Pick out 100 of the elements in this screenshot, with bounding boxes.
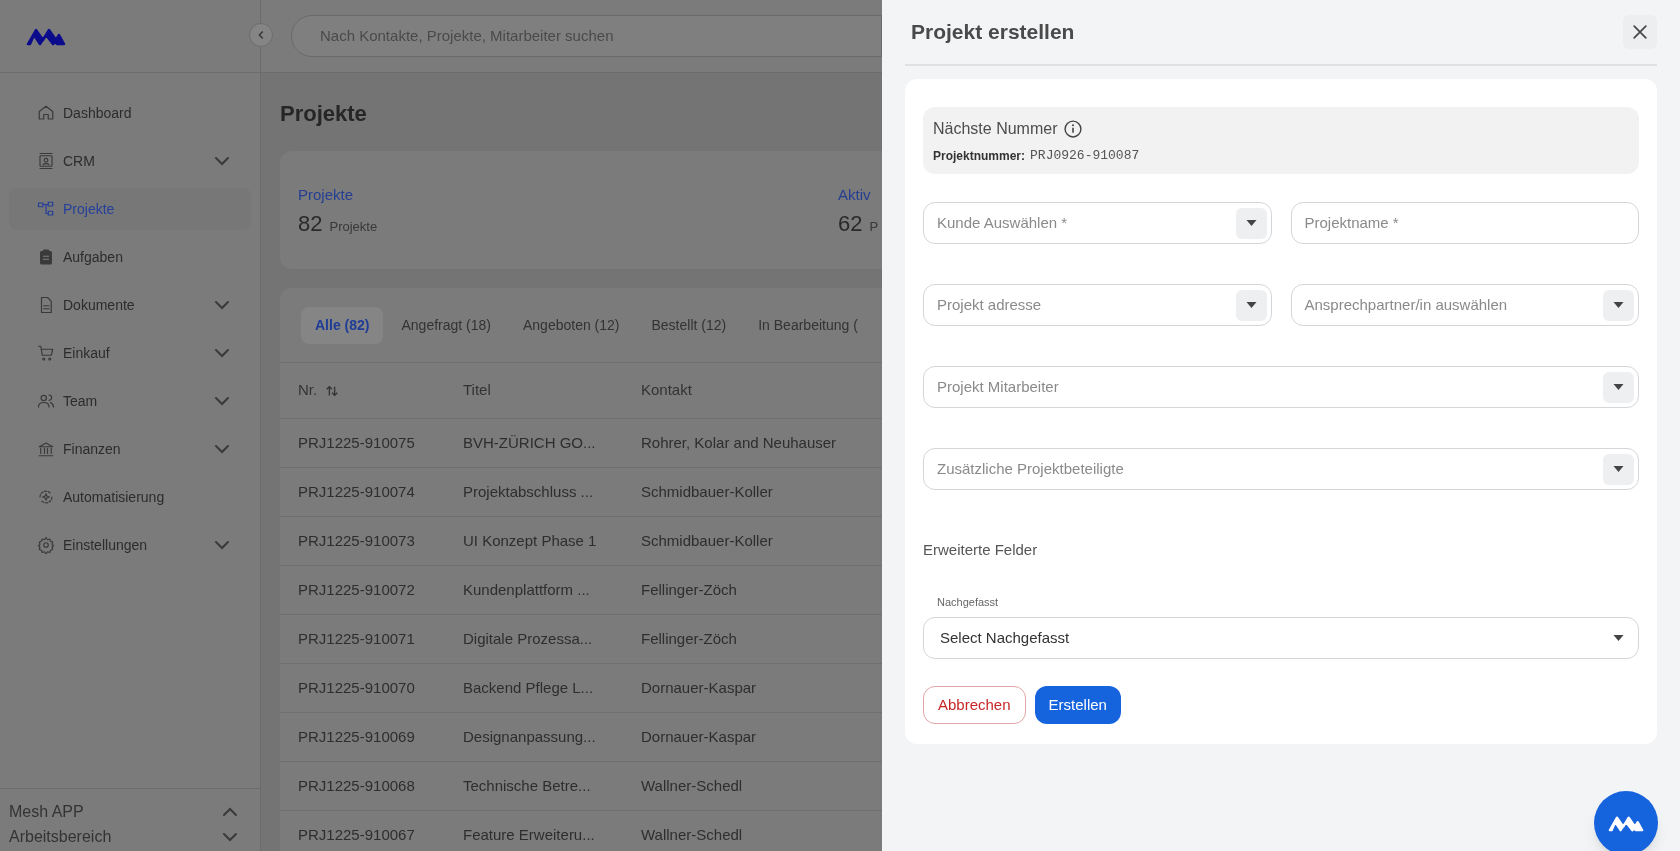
chevron-down-icon: [215, 444, 229, 454]
caret-down-icon: [1245, 302, 1257, 308]
stat-unit: P: [869, 217, 879, 236]
sidebar-label: Einstellungen: [63, 535, 149, 555]
select-field[interactable]: Select Nachgefasst: [923, 617, 1639, 659]
dropdown-button[interactable]: [1235, 207, 1267, 239]
sidebar-item[interactable]: Einkauf: [9, 332, 251, 374]
sort-icon[interactable]: [325, 383, 340, 398]
sidebar-item[interactable]: CRM: [9, 140, 251, 182]
sidebar-item[interactable]: Aufgaben: [9, 236, 251, 278]
next-number-title: Nächste Nummer: [933, 119, 1058, 139]
sidebar-label: Projekte: [63, 199, 116, 219]
drawer-title: Projekt erstellen: [911, 19, 1075, 46]
select-field[interactable]: Zusätzliche Projektbeteiligte: [923, 448, 1639, 490]
sidebar-label: Dokumente: [63, 295, 136, 315]
table-cell: Technische Betre...: [463, 776, 591, 794]
sidebar-label: Einkauf: [63, 343, 111, 363]
select-field[interactable]: Kunde Auswählen *: [923, 202, 1272, 244]
caret-down-icon: [1245, 220, 1257, 226]
sidebar-item[interactable]: Finanzen: [9, 428, 251, 470]
stat-value: 62: [838, 209, 863, 238]
table-cell: UI Konzept Phase 1: [463, 531, 597, 549]
table-cell: Wallner-Schedl: [641, 776, 743, 794]
table-cell: PRJ1225-910067: [298, 825, 415, 843]
home-icon: [37, 104, 55, 122]
chevron-down-icon: [215, 300, 229, 310]
table-cell: Feature Erweiteru...: [463, 825, 595, 843]
close-icon: [1630, 22, 1650, 42]
sidebar-label: CRM: [63, 151, 96, 171]
table-cell: PRJ1225-910069: [298, 727, 415, 745]
table-cell: Rohrer, Kolar and Neuhauser: [641, 433, 837, 451]
users-icon: [37, 392, 55, 410]
chevron-down-icon: [215, 156, 229, 166]
sidebar-item[interactable]: Team: [9, 380, 251, 422]
select-field[interactable]: Projekt Mitarbeiter: [923, 366, 1639, 408]
project-number-label: Projektnummer:: [933, 147, 1026, 165]
project-number-value: PRJ0926-910087: [1030, 147, 1140, 165]
filter-tab[interactable]: Angeboten (12): [508, 306, 634, 344]
filter-tab[interactable]: Alle (82): [301, 306, 384, 344]
table-cell: Schmidbauer-Koller: [641, 482, 773, 500]
sidebar-item[interactable]: Dashboard: [9, 92, 251, 134]
table-cell: PRJ1225-910071: [298, 629, 415, 647]
table-cell: PRJ1225-910073: [298, 531, 415, 549]
gear-icon: [37, 536, 55, 554]
select-field[interactable]: Projekt adresse: [923, 284, 1272, 326]
cart-icon: [37, 344, 55, 362]
column-header[interactable]: Kontakt: [641, 381, 692, 399]
sidebar-item[interactable]: Einstellungen: [9, 524, 251, 566]
table-cell: BVH-ZÜRICH GO...: [463, 433, 596, 451]
sidebar-label: Dashboard: [63, 103, 133, 123]
caret-down-icon: [1613, 466, 1624, 472]
page-title: Projekte: [280, 100, 368, 128]
filter-tab[interactable]: In Bearbeitung (: [744, 306, 872, 344]
sidebar-item[interactable]: Dokumente: [9, 284, 251, 326]
sidebar-item[interactable]: Projekte: [9, 188, 251, 230]
table-cell: Wallner-Schedl: [641, 825, 743, 843]
hierarchy-icon: [37, 200, 55, 218]
bank-icon: [37, 440, 55, 458]
select-field[interactable]: Ansprechpartner/in auswählen: [1290, 284, 1639, 326]
column-header[interactable]: Titel: [463, 381, 491, 399]
stat-value: 82: [298, 209, 323, 238]
filter-tab[interactable]: Bestellt (12): [637, 306, 741, 344]
stat-label: Aktiv: [838, 185, 872, 205]
dropdown-button[interactable]: [1603, 453, 1634, 485]
caret-down-icon: [1613, 384, 1624, 390]
stat-unit: Projekte: [329, 217, 378, 236]
sidebar-label: Automatisierung: [63, 487, 166, 507]
dropdown-button[interactable]: [1603, 371, 1634, 403]
table-cell: Dornauer-Kaspar: [641, 727, 757, 745]
sidebar-label: Team: [63, 391, 99, 411]
sidebar-label: Aufgaben: [63, 247, 124, 267]
info-icon[interactable]: [1063, 119, 1084, 139]
table-cell: Dornauer-Kaspar: [641, 678, 757, 696]
workspace-label: Arbeitsbereich: [9, 826, 112, 847]
workspace-label: Mesh APP: [9, 801, 84, 822]
assistant-button[interactable]: [1594, 791, 1658, 851]
table-cell: Designanpassung...: [463, 727, 596, 745]
column-header[interactable]: Nr.: [298, 379, 340, 402]
table-cell: Schmidbauer-Koller: [641, 531, 773, 549]
table-cell: PRJ1225-910072: [298, 580, 415, 598]
table-cell: Backend Pflege L...: [463, 678, 594, 696]
clipboard-icon: [37, 248, 55, 266]
create-button[interactable]: Erstellen: [1034, 686, 1121, 724]
caret-down-icon: [1613, 302, 1624, 308]
chevron-down-icon: [215, 540, 229, 550]
dropdown-button[interactable]: [1603, 289, 1634, 321]
input-field[interactable]: Projektname *: [1290, 202, 1639, 244]
stat-label: Projekte: [298, 185, 355, 205]
sidebar-item[interactable]: Automatisierung: [9, 476, 251, 518]
close-button[interactable]: [1623, 15, 1657, 49]
filter-tab[interactable]: Angefragt (18): [387, 306, 505, 344]
table-cell: Fellinger-Zöch: [641, 580, 737, 598]
table-cell: Projektabschluss ...: [463, 482, 594, 500]
sidebar-label: Finanzen: [63, 439, 122, 459]
table-cell: Fellinger-Zöch: [641, 629, 737, 647]
cycle-icon: [37, 488, 55, 506]
cancel-button[interactable]: Abbrechen: [923, 686, 1026, 724]
dropdown-button[interactable]: [1235, 289, 1267, 321]
table-cell: PRJ1225-910070: [298, 678, 415, 696]
chevron-down-icon: [215, 396, 229, 406]
